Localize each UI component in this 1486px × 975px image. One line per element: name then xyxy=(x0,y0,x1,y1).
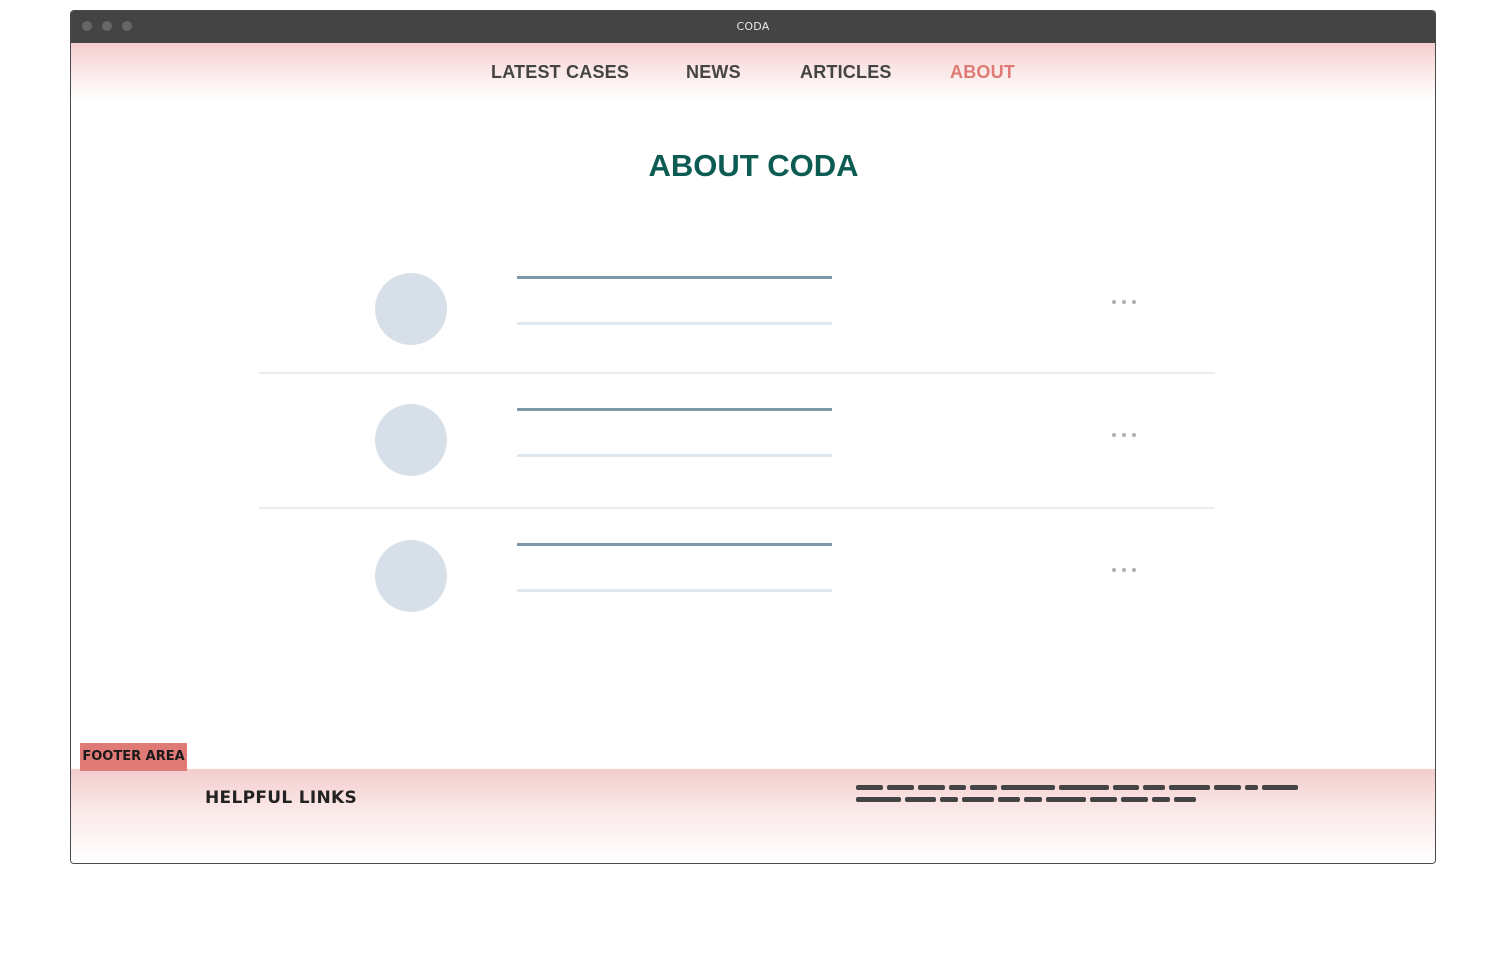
item-subtitle-placeholder xyxy=(517,454,832,457)
top-navigation: LATEST CASES NEWS ARTICLES ABOUT xyxy=(71,43,1435,101)
avatar xyxy=(375,540,447,612)
avatar xyxy=(375,273,447,345)
avatar xyxy=(375,404,447,476)
item-subtitle-placeholder xyxy=(517,589,832,592)
row-divider xyxy=(259,507,1215,509)
helpful-links-heading[interactable]: HELPFUL LINKS xyxy=(205,788,357,808)
item-title-placeholder xyxy=(517,543,832,546)
footer xyxy=(71,769,1435,863)
nav-about[interactable]: ABOUT xyxy=(950,62,1015,83)
footer-area-label: FOOTER AREA xyxy=(80,743,187,771)
nav-latest-cases[interactable]: LATEST CASES xyxy=(491,62,629,83)
nav-articles[interactable]: ARTICLES xyxy=(800,62,892,83)
row-divider xyxy=(259,372,1215,374)
nav-news[interactable]: NEWS xyxy=(686,62,741,83)
title-bar: CODA xyxy=(71,11,1435,43)
browser-window: CODA LATEST CASES NEWS ARTICLES ABOUT AB… xyxy=(70,10,1436,864)
page-title: ABOUT CODA xyxy=(648,148,859,183)
more-horizontal-icon[interactable] xyxy=(1109,565,1139,575)
item-subtitle-placeholder xyxy=(517,322,832,325)
item-title-placeholder xyxy=(517,408,832,411)
more-horizontal-icon[interactable] xyxy=(1109,297,1139,307)
item-title-placeholder xyxy=(517,276,832,279)
window-title: CODA xyxy=(736,20,770,33)
more-horizontal-icon[interactable] xyxy=(1109,430,1139,440)
